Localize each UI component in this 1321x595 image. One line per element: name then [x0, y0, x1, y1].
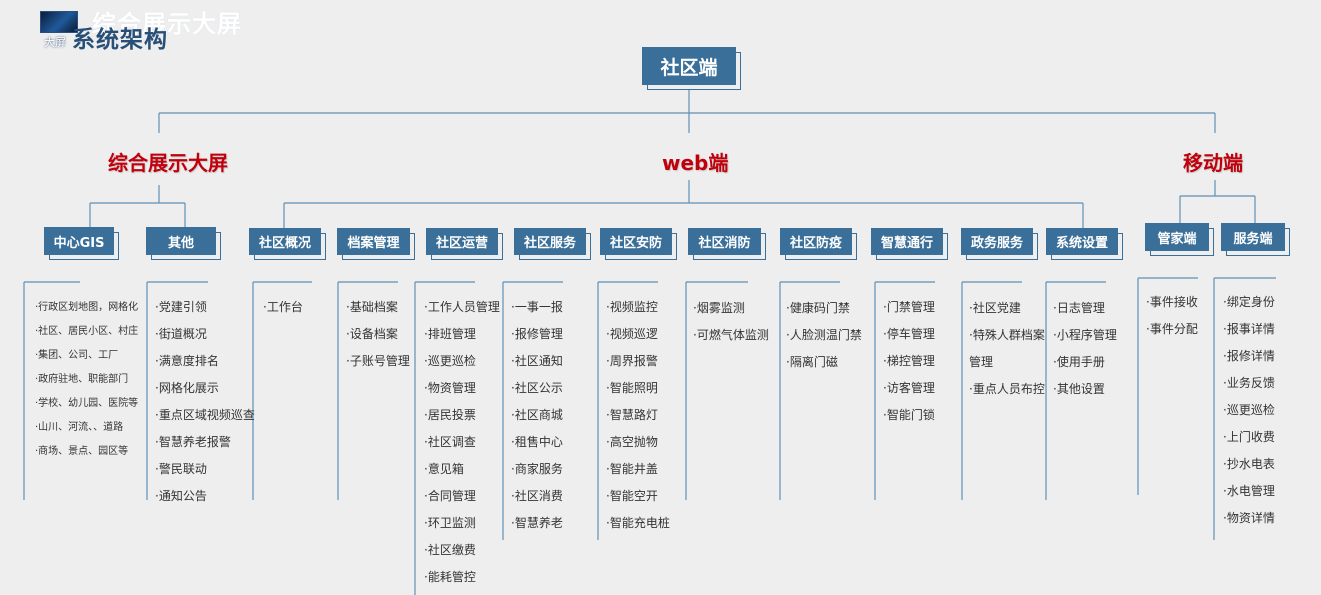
- list-item: ·工作人员管理: [424, 300, 500, 314]
- list-item: ·社区调查: [424, 435, 476, 449]
- list-item: ·租售中心: [511, 435, 563, 449]
- list-item: ·智慧养老报警: [155, 435, 231, 449]
- list-item: ·集团、公司、工厂: [35, 350, 119, 361]
- list-item: ·巡更巡检: [1223, 403, 1275, 417]
- list-item: ·智能照明: [606, 381, 658, 395]
- module-community-service: 社区服务: [514, 228, 586, 255]
- list-item: ·社区通知: [511, 354, 563, 368]
- list-item: ·社区党建: [969, 301, 1021, 315]
- list-item: ·商家服务: [511, 462, 563, 476]
- list-item: ·物资管理: [424, 381, 476, 395]
- module-service-app: 服务端: [1221, 223, 1285, 251]
- logo-label: 大屏: [44, 36, 66, 49]
- list-item: ·视频监控: [606, 300, 658, 314]
- list-item: ·社区消费: [511, 489, 563, 503]
- module-community-epidemic: 社区防疫: [780, 228, 852, 255]
- list-item: ·周界报警: [606, 354, 658, 368]
- list-item: ·意见箱: [424, 462, 464, 476]
- list-item: ·抄水电表: [1223, 457, 1275, 471]
- list-item: ·重点人员布控: [969, 382, 1045, 396]
- list-item: ·业务反馈: [1223, 376, 1275, 390]
- module-community-security: 社区安防: [600, 228, 672, 255]
- list-item: ·商场、景点、园区等: [35, 446, 129, 457]
- list-item: ·小程序管理: [1053, 328, 1117, 342]
- list-item: ·报修详情: [1223, 349, 1275, 363]
- list-item: ·事件分配: [1146, 322, 1198, 336]
- module-government-service: 政务服务: [961, 228, 1033, 255]
- module-steward-app: 管家端: [1145, 223, 1209, 251]
- module-community-fire: 社区消防: [688, 228, 761, 255]
- list-item: ·社区商城: [511, 408, 563, 422]
- list-item: ·子账号管理: [346, 354, 410, 368]
- list-item: ·访客管理: [883, 381, 935, 395]
- list-item: ·行政区划地图，网格化: [35, 302, 139, 313]
- list-item: ·物资详情: [1223, 511, 1275, 525]
- list-item: ·事件接收: [1146, 295, 1198, 309]
- module-community-operation: 社区运营: [426, 228, 498, 255]
- list-item: ·智能井盖: [606, 462, 658, 476]
- page-title: 系统架构: [72, 27, 168, 53]
- list-item: ·合同管理: [424, 489, 476, 503]
- category-mobile: 移动端: [1183, 151, 1243, 175]
- list-item: ·通知公告: [155, 489, 207, 503]
- list-item: ·水电管理: [1223, 484, 1275, 498]
- list-item: ·党建引领: [155, 300, 207, 314]
- list-item: ·警民联动: [155, 462, 207, 476]
- list-item: ·隔离门磁: [786, 355, 838, 369]
- module-community-overview: 社区概况: [249, 228, 321, 255]
- list-item: ·智能充电桩: [606, 516, 670, 530]
- list-item: ·特殊人群档案: [969, 328, 1045, 342]
- list-item: ·视频巡逻: [606, 327, 658, 341]
- list-item: ·社区公示: [511, 381, 563, 395]
- list-item: ·工作台: [263, 300, 303, 314]
- list-item: ·排班管理: [424, 327, 476, 341]
- architecture-diagram: 大屏 综合展示大屏 系统架构 社区端 综合展示大屏 web端 移动端 中心GIS…: [0, 0, 1321, 595]
- list-item: ·学校、幼儿园、医院等: [35, 398, 139, 409]
- list-item: ·绑定身份: [1223, 295, 1275, 309]
- list-item: ·满意度排名: [155, 354, 219, 368]
- list-item: ·上门收费: [1223, 430, 1275, 444]
- list-item: ·一事一报: [511, 300, 563, 314]
- module-system-settings: 系统设置: [1046, 228, 1118, 255]
- module-other: 其他: [146, 227, 216, 255]
- list-item: ·其他设置: [1053, 382, 1105, 396]
- list-item: ·环卫监测: [424, 516, 476, 530]
- list-item: ·门禁管理: [883, 300, 935, 314]
- list-item: ·基础档案: [346, 300, 398, 314]
- category-dashboard: 综合展示大屏: [108, 151, 228, 175]
- list-item: ·报修管理: [511, 327, 563, 341]
- list-item: ·设备档案: [346, 327, 398, 341]
- list-item: ·停车管理: [883, 327, 935, 341]
- list-item: ·网格化展示: [155, 381, 219, 395]
- list-item: ·社区、居民小区、村庄: [35, 326, 139, 337]
- list-item: ·政府驻地、职能部门: [35, 374, 129, 385]
- list-item: ·居民投票: [424, 408, 476, 422]
- module-center-gis: 中心GIS: [44, 227, 114, 255]
- list-item: ·智能门锁: [883, 408, 935, 422]
- list-item: 管理: [969, 355, 994, 369]
- list-item: ·报事详情: [1223, 322, 1275, 336]
- list-item: ·高空抛物: [606, 435, 658, 449]
- list-item: ·街道概况: [155, 327, 207, 341]
- root-node: 社区端: [642, 47, 736, 85]
- list-item: ·健康码门禁: [786, 301, 850, 315]
- list-item: ·智慧养老: [511, 516, 563, 530]
- module-smart-access: 智慧通行: [871, 228, 943, 255]
- list-item: ·山川、河流、、道路: [35, 422, 124, 433]
- list-item: ·使用手册: [1053, 355, 1105, 369]
- list-item: ·智能空开: [606, 489, 658, 503]
- list-item: ·社区缴费: [424, 543, 476, 557]
- module-archive-management: 档案管理: [337, 228, 410, 255]
- list-item: ·烟雾监测: [693, 301, 745, 315]
- list-item: ·智慧路灯: [606, 408, 658, 422]
- list-item: ·日志管理: [1053, 301, 1105, 315]
- list-item: ·巡更巡检: [424, 354, 476, 368]
- category-web: web端: [662, 151, 729, 175]
- list-item: ·重点区域视频巡查: [155, 408, 255, 422]
- list-item: ·可燃气体监测: [693, 328, 769, 342]
- list-item: ·能耗管控: [424, 570, 476, 584]
- list-item: ·人脸测温门禁: [786, 328, 862, 342]
- list-item: ·梯控管理: [883, 354, 935, 368]
